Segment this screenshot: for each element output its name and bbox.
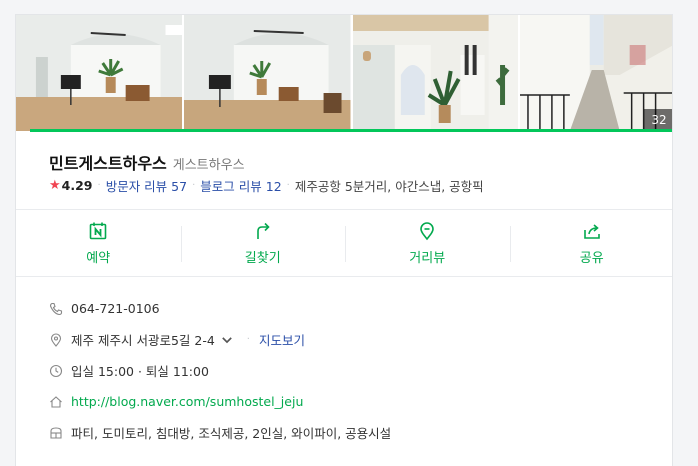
rating-value: 4.29 <box>61 178 93 193</box>
phone-row: 064-721-0106 <box>49 293 649 324</box>
homepage-row: http://blog.naver.com/sumhostel_jeju <box>49 386 649 417</box>
place-details: 064-721-0106 제주 제주시 서광로5길 2-4 · 지도보기 입실 … <box>49 293 649 448</box>
amenities-row: 파티, 도미토리, 침대방, 조식제공, 2인실, 와이파이, 공용시설 <box>49 417 649 448</box>
star-icon: ★ <box>49 178 61 193</box>
place-category: 게스트하우스 <box>172 158 245 173</box>
title-row: 민트게스트하우스 게스트하우스 <box>49 150 245 174</box>
home-icon <box>50 395 62 408</box>
directions-label: 길찾기 <box>244 250 281 266</box>
homepage-link[interactable]: http://blog.naver.com/sumhostel_jeju <box>71 394 303 409</box>
calendar-icon <box>89 222 107 239</box>
phone-number[interactable]: 064-721-0106 <box>71 301 160 316</box>
street-view-button[interactable]: 거리뷰 <box>345 210 510 276</box>
photo-count-badge[interactable]: 32 <box>644 109 672 131</box>
location-pin-icon <box>50 332 62 347</box>
photo-alley[interactable]: 32 <box>520 15 672 131</box>
visitor-review-count: 57 <box>171 179 188 194</box>
rating-row: ★ 4.29 · 방문자 리뷰 57 · 블로그 리뷰 12 · 제주공항 5분거리… <box>49 176 484 195</box>
place-card: 32 민트게스트하우스 게스트하우스 ★ 4.29 · 방문자 리뷰 57 · 블… <box>15 14 673 466</box>
directions-button[interactable]: 길찾기 <box>180 210 346 276</box>
chevron-down-icon[interactable] <box>220 333 234 347</box>
place-description: 제주공항 5분거리, 야간스냅, 공항픽 <box>294 179 484 194</box>
visitor-review-link[interactable]: 방문자 리뷰 57 <box>106 176 187 195</box>
photo-hallway[interactable] <box>352 15 519 131</box>
share-label: 공유 <box>579 250 604 266</box>
clock-icon <box>49 364 63 377</box>
phone-icon <box>49 302 63 315</box>
street-view-icon <box>420 221 435 240</box>
blog-review-label: 블로그 리뷰 <box>200 179 262 194</box>
reserve-label: 예약 <box>86 250 111 266</box>
hours-text: 입실 15:00 · 퇴실 11:00 <box>71 364 209 379</box>
address-row: 제주 제주시 서광로5길 2-4 · 지도보기 <box>49 324 649 355</box>
visitor-review-label: 방문자 리뷰 <box>105 179 168 194</box>
separator-dot: · <box>97 180 101 191</box>
place-name[interactable]: 민트게스트하우스 <box>49 150 167 174</box>
share-icon <box>583 223 600 239</box>
photo-strip: 32 <box>16 15 672 131</box>
map-view-link[interactable]: 지도보기 <box>259 330 305 349</box>
share-button[interactable]: 공유 <box>509 210 673 276</box>
street-view-label: 거리뷰 <box>409 250 446 266</box>
separator-dot: · <box>246 334 250 345</box>
blog-review-link[interactable]: 블로그 리뷰 12 <box>200 176 281 195</box>
amenities-icon <box>50 426 62 439</box>
reserve-button[interactable]: 예약 <box>16 210 181 276</box>
separator-dot: · <box>192 180 196 191</box>
place-summary: 민트게스트하우스 게스트하우스 ★ 4.29 · 방문자 리뷰 57 · 블로그 … <box>16 132 672 210</box>
blog-review-count: 12 <box>265 179 282 194</box>
hours-row: 입실 15:00 · 퇴실 11:00 <box>49 355 649 386</box>
photo-living-room-1[interactable] <box>16 15 183 131</box>
action-bar: 예약 길찾기 거리뷰 공유 <box>16 210 673 277</box>
amenities-text: 파티, 도미토리, 침대방, 조식제공, 2인실, 와이파이, 공용시설 <box>71 426 392 441</box>
photo-living-room-2[interactable] <box>184 15 351 131</box>
separator-dot: · <box>286 180 290 191</box>
directions-icon <box>256 222 270 239</box>
address-text: 제주 제주시 서광로5길 2-4 <box>71 333 215 348</box>
